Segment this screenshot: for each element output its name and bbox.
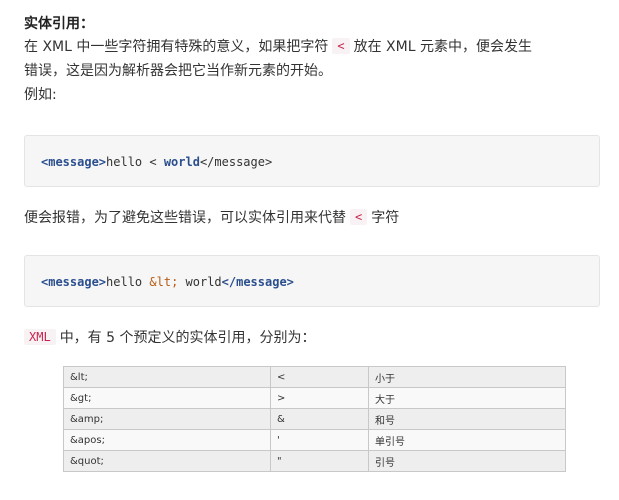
table-row: &lt; < 小于	[63, 366, 566, 388]
entity-char-cell: &	[270, 408, 369, 430]
intro-text-4: 例如:	[24, 87, 57, 103]
intro-text-3: 错误，这是因为解析器会把它当作新元素的开始。	[24, 63, 332, 79]
intro-paragraph: 在 XML 中一些字符拥有特殊的意义，如果把字符 < 放在 XML 元素中，便会发生…	[24, 35, 602, 107]
intro-text-2: 放在 XML 元素中，便会发生	[353, 39, 532, 55]
code-entity: &lt;	[149, 275, 179, 289]
inline-code-lt: <	[332, 38, 350, 54]
code-block-error-example: <message>hello < world</message>	[24, 135, 600, 187]
entity-code-cell: &quot;	[63, 450, 271, 472]
entity-table-body: &lt; < 小于 &gt; > 大于 &amp; & 和号 &apos; ' 单引号 &quot; " 引…	[63, 366, 566, 472]
entity-meaning-cell: 大于	[368, 387, 566, 409]
entity-code-cell: &amp;	[63, 408, 271, 430]
article-body: 实体引用： 在 XML 中一些字符拥有特殊的意义，如果把字符 < 放在 XML 元素…	[24, 13, 602, 107]
entity-reference-table: &lt; < 小于 &gt; > 大于 &amp; & 和号 &apos; ' 单引号 &quot; " 引…	[63, 366, 566, 472]
inline-code-lt-2: <	[350, 209, 368, 225]
section-heading: 实体引用：	[24, 16, 94, 32]
table-row: &amp; & 和号	[63, 408, 566, 430]
entity-code-cell: &lt;	[63, 366, 271, 388]
entity-meaning-cell: 引号	[368, 450, 566, 472]
middle-text-1: 便会报错，为了避免这些错误，可以实体引用来代替	[24, 210, 346, 226]
code-word: world	[163, 155, 200, 169]
table-row: &apos; ' 单引号	[63, 429, 566, 451]
entity-meaning-cell: 单引号	[368, 429, 566, 451]
table-row: &quot; " 引号	[63, 450, 566, 472]
summary-paragraph: XML 中，有 5 个预定义的实体引用，分别为：	[24, 326, 316, 350]
entity-meaning-cell: 小于	[368, 366, 566, 388]
summary-text: 中，有 5 个预定义的实体引用，分别为：	[59, 330, 316, 346]
code-block-entity-example: <message>hello &lt; world</message>	[24, 255, 600, 307]
middle-text-2: 字符	[371, 210, 400, 226]
entity-code-cell: &apos;	[63, 429, 271, 451]
intro-text-1: 在 XML 中一些字符拥有特殊的意义，如果把字符	[24, 39, 329, 55]
entity-meaning-cell: 和号	[368, 408, 566, 430]
middle-paragraph: 便会报错，为了避免这些错误，可以实体引用来代替 < 字符	[24, 206, 399, 230]
entity-code-cell: &gt;	[63, 387, 271, 409]
code-open-tag-2: <message>	[41, 275, 107, 289]
code-open-tag: <message>	[41, 155, 107, 169]
entity-char-cell: '	[270, 429, 369, 451]
entity-char-cell: >	[270, 387, 369, 409]
code-text-after: world	[178, 275, 222, 289]
code-text-before: hello	[106, 275, 150, 289]
inline-code-xml: XML	[24, 329, 56, 345]
table-row: &gt; > 大于	[63, 387, 566, 409]
code-close-tag-2: </message>	[221, 275, 294, 289]
entity-char-cell: "	[270, 450, 369, 472]
entity-char-cell: <	[270, 366, 369, 388]
code-text: hello <	[106, 155, 164, 169]
code-close-tag: </message>	[199, 155, 273, 169]
